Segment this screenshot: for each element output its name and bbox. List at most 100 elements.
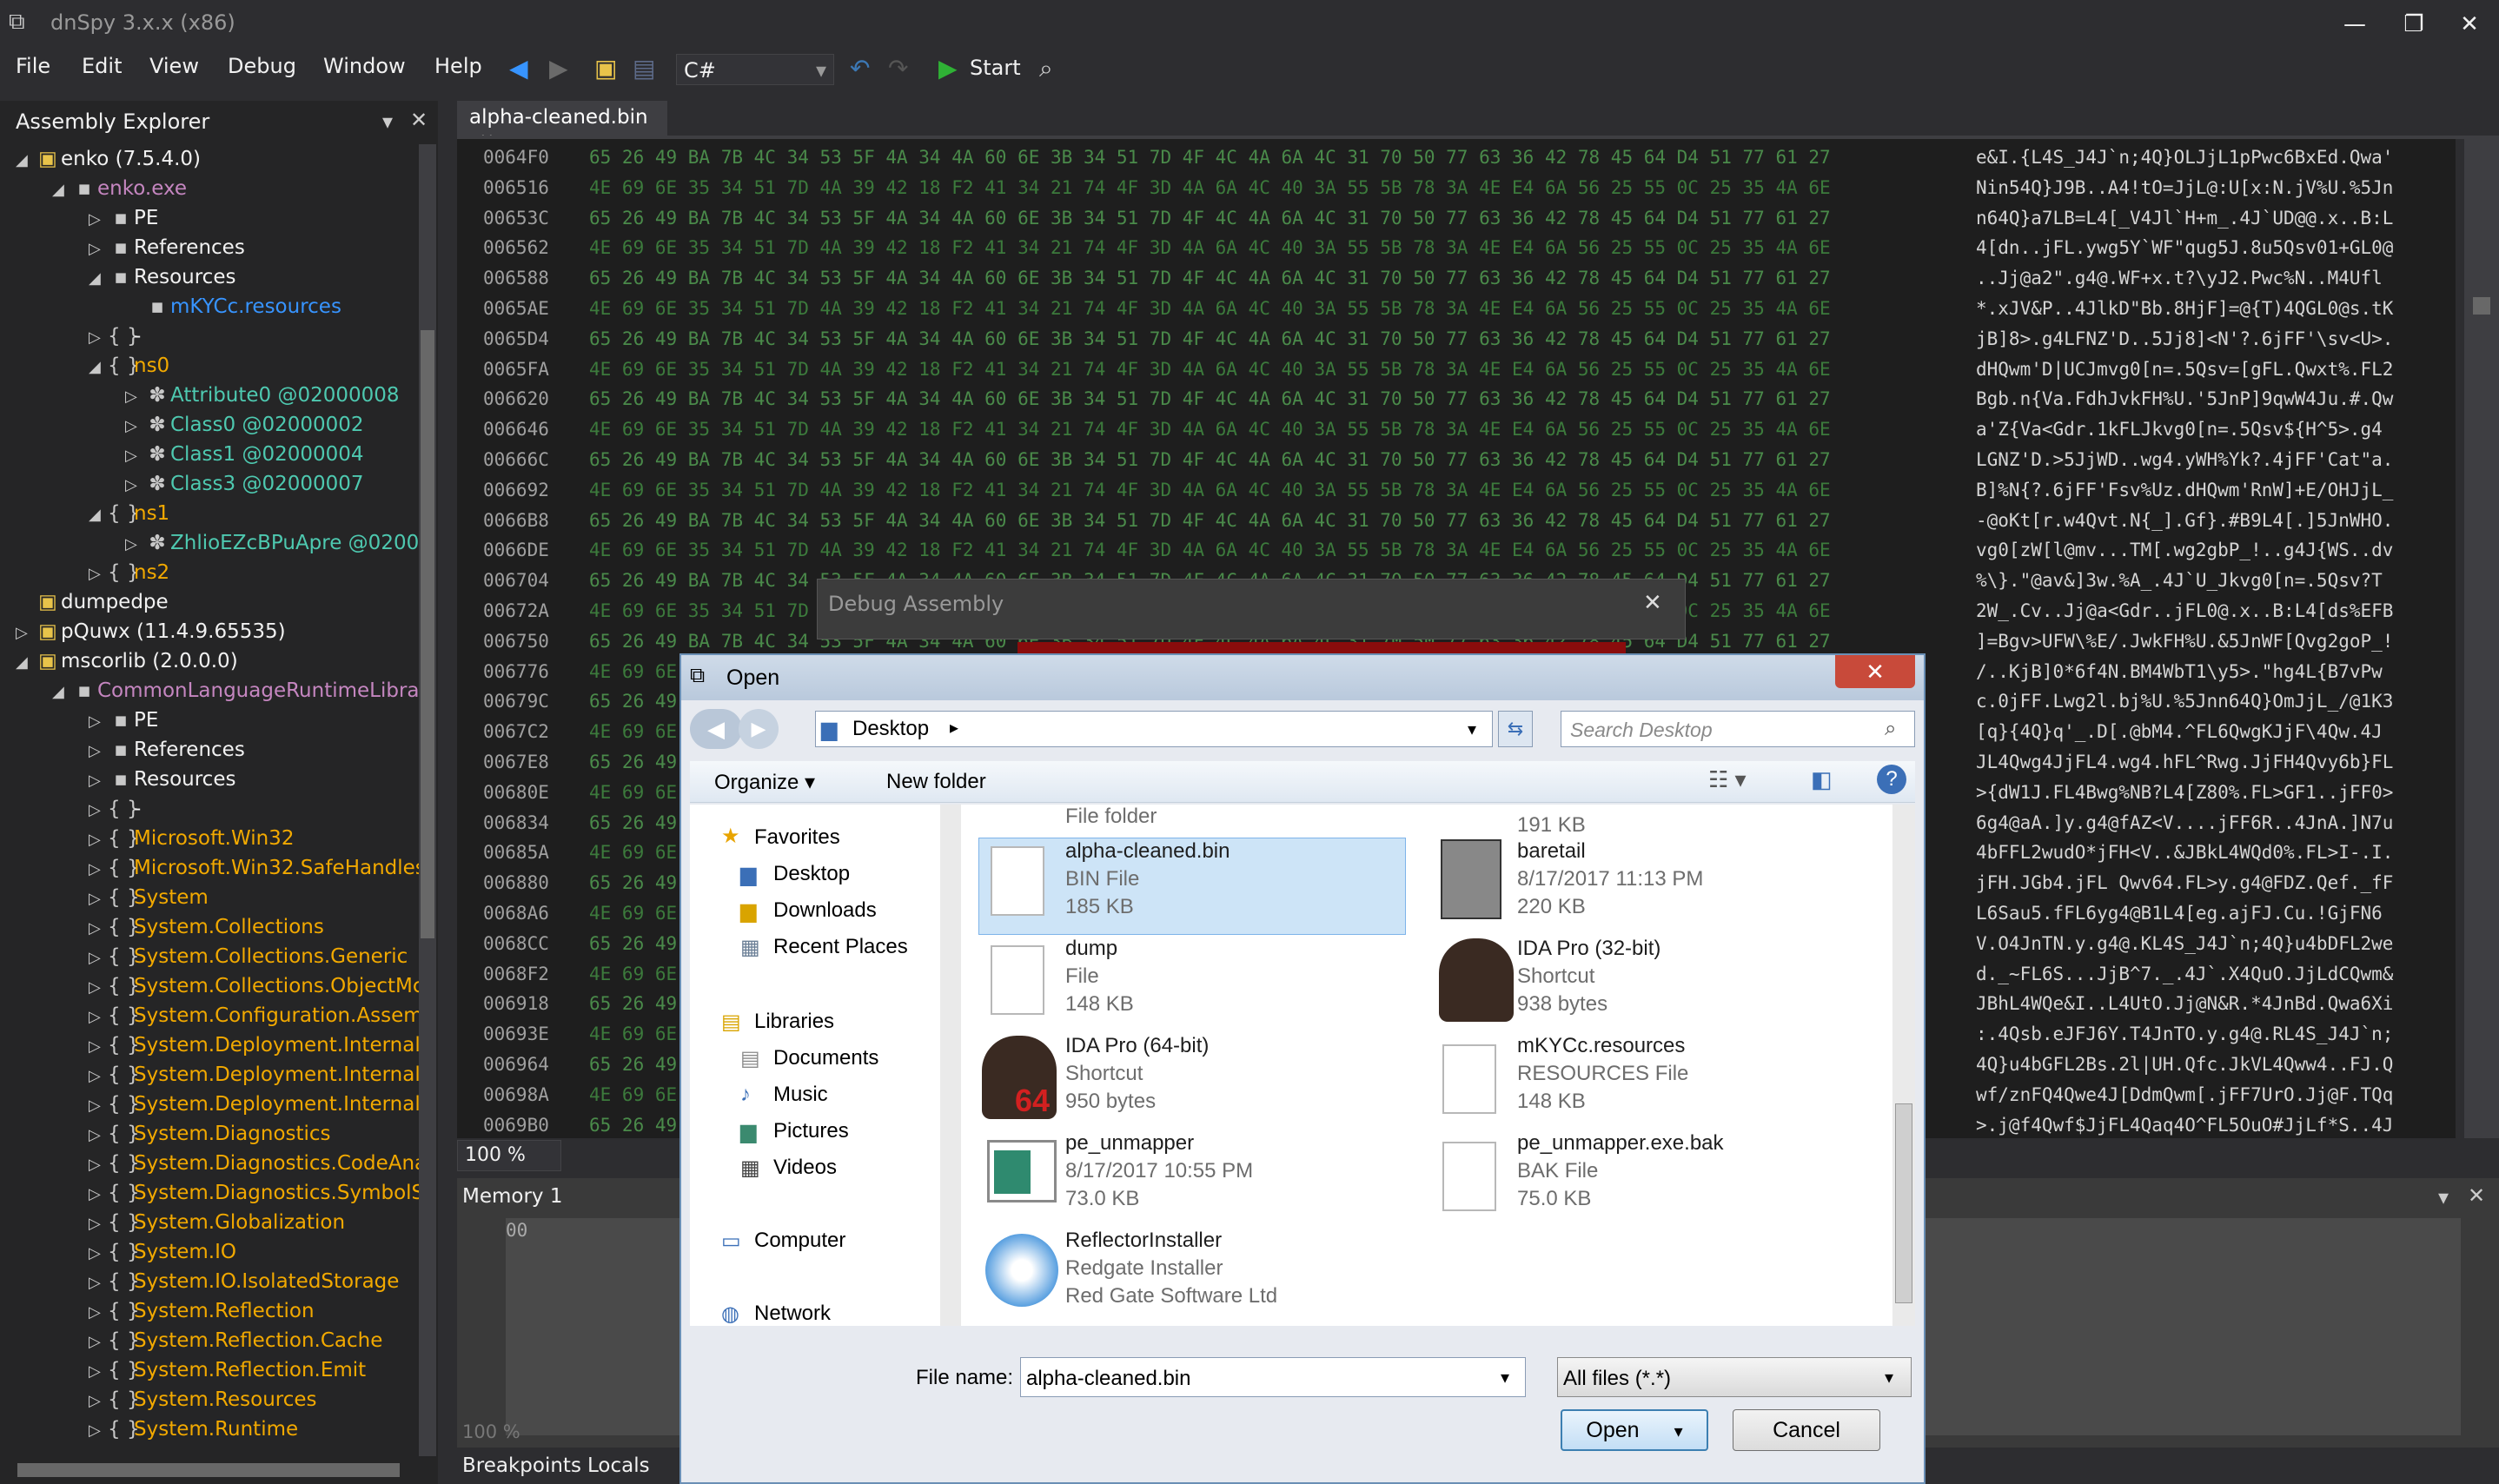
forward-button[interactable]: ▶ <box>739 709 779 749</box>
open-split-icon[interactable]: ▾ <box>1674 1422 1683 1441</box>
tree-node[interactable]: ▷{ }- <box>89 794 141 824</box>
file-name[interactable]: IDA Pro (32-bit) <box>1517 937 1660 961</box>
expander-icon[interactable]: ▷ <box>89 1387 108 1416</box>
open-file-icon[interactable]: ▣ <box>594 54 617 83</box>
nav-scrollbar[interactable] <box>940 805 961 1326</box>
menu-window[interactable]: Window <box>323 54 406 78</box>
close-panel-icon[interactable]: ✕ <box>410 108 428 132</box>
expander-icon[interactable]: ▷ <box>89 973 108 1003</box>
open-dialog-close-button[interactable]: ✕ <box>1835 655 1915 688</box>
expander-icon[interactable]: ▷ <box>89 1239 108 1269</box>
nav-documents[interactable]: Documents <box>773 1046 878 1070</box>
file-name[interactable]: pe_unmapper.exe.bak <box>1517 1131 1724 1156</box>
expander-icon[interactable]: ▷ <box>125 412 144 441</box>
expander-icon[interactable]: ◢ <box>89 264 108 294</box>
undo-icon[interactable]: ↶ <box>850 54 870 83</box>
filename-dropdown-icon[interactable]: ▾ <box>1501 1367 1509 1388</box>
tree-node[interactable]: ▣ dumpedpe <box>16 587 169 617</box>
tree-hscroll-thumb[interactable] <box>17 1463 400 1477</box>
tree-node[interactable]: ◢ ▪ Resources <box>89 262 235 292</box>
tree-node[interactable]: ◢{ }ns1 <box>89 499 169 528</box>
tree-node[interactable]: ▷{ }System.Deployment.Internal.I <box>89 1090 433 1119</box>
cancel-button[interactable]: Cancel <box>1733 1409 1880 1451</box>
tree-node[interactable]: ▷{ }ns2 <box>89 558 169 587</box>
tree-node[interactable]: ▷{ }System.Resources <box>89 1385 317 1414</box>
tree-node[interactable]: ◢ ▣ enko (7.5.4.0) <box>16 144 201 174</box>
tree-node[interactable]: ▷{ }System.Globalization <box>89 1208 345 1237</box>
expander-icon[interactable]: ▷ <box>89 1180 108 1209</box>
save-icon[interactable]: ▤ <box>633 54 655 83</box>
hex-scrollbar[interactable] <box>2464 139 2499 1138</box>
expander-icon[interactable]: ▷ <box>16 619 35 648</box>
expander-icon[interactable]: ◢ <box>89 500 108 530</box>
file-name[interactable]: pe_unmapper <box>1065 1131 1194 1156</box>
tab-locals[interactable]: Locals <box>587 1454 650 1477</box>
view-options-icon[interactable]: ☷ ▾ <box>1708 766 1747 793</box>
tab-breakpoints[interactable]: Breakpoints <box>462 1454 581 1477</box>
tree-node[interactable]: ▷{ }System.IO <box>89 1237 236 1267</box>
tree-node[interactable]: ▷{ }System.Reflection.Cache <box>89 1326 382 1355</box>
back-icon[interactable]: ◀ <box>509 54 528 83</box>
expander-icon[interactable]: ▷ <box>125 530 144 560</box>
tree-node[interactable]: ▷{ }System.IO.IsolatedStorage <box>89 1267 399 1296</box>
tree-node[interactable]: ▷{ }System.Deployment.Internal.I <box>89 1060 433 1090</box>
expander-icon[interactable]: ▷ <box>89 884 108 914</box>
expander-icon[interactable]: ▷ <box>89 914 108 944</box>
nav-pictures[interactable]: Pictures <box>773 1119 849 1143</box>
address-bar[interactable]: ▆ Desktop ▸ ▾ <box>815 711 1493 747</box>
tree-node[interactable]: ▷{ }System.Collections.ObjectMc <box>89 971 424 1001</box>
filename-input[interactable]: alpha-cleaned.bin ▾ <box>1020 1357 1526 1397</box>
expander-icon[interactable]: ▷ <box>89 796 108 825</box>
expander-icon[interactable]: ▷ <box>89 323 108 353</box>
tree-node[interactable]: ▷{ }System <box>89 883 209 912</box>
tree-node[interactable]: ▷ ✽ ZhlioEZcBPuApre @02000 <box>125 528 432 558</box>
tree-node[interactable]: ▷{ }- <box>89 321 141 351</box>
file-name[interactable]: baretail <box>1517 839 1586 864</box>
tree-node[interactable]: ▷{ }Microsoft.Win32 <box>89 824 294 853</box>
tree-node[interactable]: ▷{ }System.Collections <box>89 912 324 942</box>
expander-icon[interactable]: ◢ <box>16 146 35 176</box>
tree-node[interactable]: ▷{ }System.Reflection.Emit <box>89 1355 366 1385</box>
file-name[interactable]: dump <box>1065 937 1117 961</box>
expander-icon[interactable]: ▷ <box>89 1416 108 1446</box>
nav-videos[interactable]: Videos <box>773 1156 837 1180</box>
memory-dropdown-icon[interactable]: ▾ <box>2438 1185 2449 1209</box>
debug-dialog-close-icon[interactable]: ✕ <box>1643 590 1662 616</box>
nav-favorites[interactable]: Favorites <box>754 825 840 850</box>
tree-node[interactable]: ▷ ✽ Class3 @02000007 <box>125 469 364 499</box>
tab-alpha-cleaned[interactable]: alpha-cleaned.bin ✕ <box>457 101 667 150</box>
file-name[interactable]: ReflectorInstaller <box>1065 1229 1222 1253</box>
expander-icon[interactable]: ▷ <box>89 1150 108 1180</box>
back-button[interactable]: ◀ <box>690 709 742 749</box>
expander-icon[interactable]: ▷ <box>89 205 108 235</box>
nav-desktop[interactable]: Desktop <box>773 862 850 886</box>
expander-icon[interactable]: ▷ <box>125 471 144 500</box>
menu-help[interactable]: Help <box>434 54 482 78</box>
tree-node[interactable]: ▷ ✽ Class0 @02000002 <box>125 410 364 440</box>
nav-music[interactable]: Music <box>773 1083 828 1107</box>
tree-node[interactable]: ▷{ }System.Diagnostics.CodeAna <box>89 1149 427 1178</box>
file-name[interactable]: IDA Pro (64-bit) <box>1065 1034 1209 1058</box>
open-button[interactable]: Open ▾ <box>1561 1409 1708 1451</box>
tree-node[interactable]: ▷ ▣ pQuwx (11.4.9.65535) <box>16 617 286 646</box>
expander-icon[interactable]: ▷ <box>89 1328 108 1357</box>
nav-network[interactable]: Network <box>754 1302 831 1326</box>
hex-zoom[interactable]: 100 % <box>457 1140 561 1171</box>
expander-icon[interactable]: ▷ <box>89 1269 108 1298</box>
tree-node[interactable]: ◢ ▪ CommonLanguageRuntimeLibra <box>52 676 420 706</box>
search-icon[interactable]: ⌕ <box>1039 54 1053 83</box>
tree-node[interactable]: ◢{ }ns0 <box>89 351 169 381</box>
tree-node[interactable]: ▷{ }System.Collections.Generic <box>89 942 408 971</box>
expander-icon[interactable]: ▷ <box>89 235 108 264</box>
menu-debug[interactable]: Debug <box>228 54 296 78</box>
expander-icon[interactable]: ▷ <box>89 1032 108 1062</box>
expander-icon[interactable]: ◢ <box>16 648 35 678</box>
tree-node[interactable]: ◢ ▪ enko.exe <box>52 174 187 203</box>
tree-node[interactable]: ▷{ }System.Runtime <box>89 1414 298 1444</box>
menu-file[interactable]: File <box>16 54 50 78</box>
expander-icon[interactable]: ◢ <box>89 353 108 382</box>
close-icon[interactable]: ✕ <box>2452 7 2487 42</box>
tree-node[interactable]: ▷ ▪ PE <box>89 706 158 735</box>
search-box[interactable]: Search Desktop ⌕ <box>1561 711 1915 747</box>
file-list-scroll-thumb[interactable] <box>1895 1103 1912 1303</box>
